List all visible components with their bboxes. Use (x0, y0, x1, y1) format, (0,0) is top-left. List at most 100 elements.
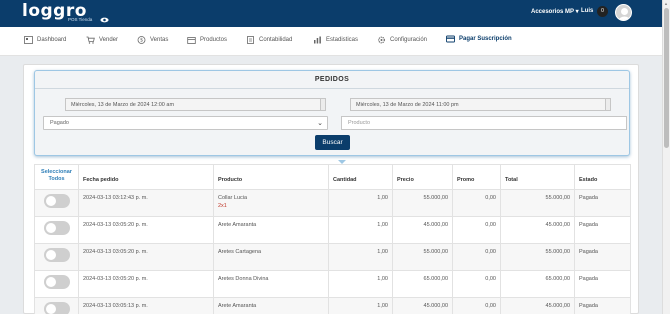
total: 55.000,00 (500, 243, 575, 271)
price: 45.000,00 (392, 216, 453, 244)
product-placeholder: Producto (348, 120, 371, 126)
divider (35, 88, 629, 89)
column-header-total: Total (500, 164, 575, 190)
cart-icon (86, 36, 95, 44)
promo: 0,00 (452, 297, 501, 314)
chevron-down-icon: ▾ (575, 9, 579, 15)
row-select-toggle[interactable] (43, 275, 70, 289)
top-header: loggro POS Tienda Accesorios MP ▾ Luis 0 (0, 0, 662, 27)
promo: 0,00 (452, 216, 501, 244)
nav-label: Contabilidad (259, 37, 293, 43)
table-row: 2024-03-13 03:05:20 p. m. Arete Amaranta… (34, 216, 631, 244)
date-to-value: Miércoles, 13 de Marzo de 2024 11:00 pm (356, 102, 459, 108)
total: 45.000,00 (500, 216, 575, 244)
promo-tag: 2x1 (218, 203, 227, 209)
select-cell (34, 243, 79, 271)
column-header-quantity: Cantidad (328, 164, 393, 190)
nav-label: Productos (200, 37, 228, 43)
column-header-product: Producto (213, 164, 329, 190)
price: 55.000,00 (392, 243, 453, 271)
user-name[interactable]: Luis (581, 8, 593, 14)
nav-label: Ventas (150, 37, 169, 43)
orders-filter-panel: PEDIDOS Miércoles, 13 de Marzo de 2024 1… (34, 70, 630, 164)
column-header-status: Estado (574, 164, 631, 190)
calendar-icon[interactable] (605, 98, 611, 111)
product-name: Aretes Donna Divina (218, 276, 269, 282)
nav-item-estadisticas[interactable]: Estadisticas (313, 36, 358, 44)
notification-badge[interactable]: 0 (597, 6, 608, 17)
page-scrollbar[interactable]: ▲ (662, 0, 670, 314)
dollar-icon: $ (137, 36, 146, 44)
nav-item-ventas[interactable]: $ Ventas (137, 36, 168, 44)
date-from-input[interactable]: Miércoles, 13 de Marzo de 2024 12:00 am (65, 98, 326, 111)
product-cell: Arete Amaranta (213, 216, 329, 244)
store-selector[interactable]: Accesorios MP ▾ (531, 8, 579, 15)
eye-icon[interactable] (100, 17, 109, 23)
promo: 0,00 (452, 270, 501, 298)
product-name: Arete Amaranta (218, 303, 257, 309)
nav-item-vender[interactable]: Vender (86, 36, 118, 44)
nav-item-productos[interactable]: Productos (187, 36, 227, 44)
ledger-icon (247, 36, 254, 44)
nav-label: Vender (99, 37, 119, 43)
select-cell (34, 189, 79, 217)
chevron-down-icon: ⌄ (317, 120, 323, 127)
nav-label: Estadisticas (326, 37, 359, 43)
table-row: 2024-03-13 03:12:43 p. m. Collar Lucia 2x… (34, 189, 631, 217)
product-name: Arete Amaranta (218, 222, 257, 228)
scroll-up-icon[interactable]: ▲ (664, 1, 668, 6)
avatar[interactable] (615, 4, 632, 21)
card-icon (446, 35, 455, 43)
row-select-toggle[interactable] (43, 248, 70, 262)
table-row: 2024-03-13 03:05:20 p. m. Aretes Cartage… (34, 243, 631, 271)
nav-item-pagar-suscripcion[interactable]: Pagar Suscripción (446, 35, 512, 43)
promo: 0,00 (452, 189, 501, 217)
svg-text:$: $ (140, 38, 143, 44)
column-header-promo: Promo (452, 164, 501, 190)
chart-icon (314, 36, 321, 44)
nav-label: Pagar Suscripción (459, 36, 512, 42)
nav-item-dashboard[interactable]: Dashboard (24, 36, 66, 44)
status: Pagada (574, 297, 631, 314)
price: 65.000,00 (392, 270, 453, 298)
nav-item-contabilidad[interactable]: Contabilidad (246, 36, 292, 44)
calendar-icon[interactable] (320, 98, 326, 111)
main-nav: Dashboard Vender $ Ventas Productos Cont… (0, 27, 662, 56)
product-cell: Arete Amaranta (213, 297, 329, 314)
page-title: PEDIDOS (314, 76, 350, 83)
table-header-row: Seleccionar Todos Fecha pedido Producto … (34, 164, 631, 190)
order-date: 2024-03-13 03:05:20 p. m. (78, 243, 214, 271)
date-from-value: Miércoles, 13 de Marzo de 2024 12:00 am (71, 102, 175, 108)
promo: 0,00 (452, 243, 501, 271)
product-cell: Aretes Donna Divina (213, 270, 329, 298)
orders-card: PEDIDOS Miércoles, 13 de Marzo de 2024 1… (23, 64, 639, 314)
product-cell: Aretes Cartagena (213, 243, 329, 271)
quantity: 1,00 (328, 189, 393, 217)
quantity: 1,00 (328, 216, 393, 244)
nav-item-configuracion[interactable]: Configuración (377, 36, 427, 44)
status-select-value: Pagado (50, 120, 69, 126)
price: 45.000,00 (392, 297, 453, 314)
row-select-toggle[interactable] (43, 221, 70, 235)
user-avatar-icon (618, 8, 631, 20)
date-to-input[interactable]: Miércoles, 13 de Marzo de 2024 11:00 pm (350, 98, 611, 111)
quantity: 1,00 (328, 297, 393, 314)
status: Pagada (574, 189, 631, 217)
order-date: 2024-03-13 03:05:13 p. m. (78, 297, 214, 314)
row-select-toggle[interactable] (43, 194, 70, 208)
select-cell (34, 297, 79, 314)
product-input[interactable]: Producto (341, 116, 627, 130)
scroll-thumb[interactable] (664, 8, 669, 148)
quantity: 1,00 (328, 270, 393, 298)
logo-subtitle: POS Tienda (68, 17, 93, 22)
nav-label: Dashboard (37, 37, 67, 43)
box-icon (187, 37, 196, 44)
table-row: 2024-03-13 03:05:13 p. m. Arete Amaranta… (34, 297, 631, 314)
status: Pagada (574, 216, 631, 244)
status-select[interactable]: Pagado ⌄ (43, 116, 328, 130)
search-button[interactable]: Buscar (315, 135, 350, 150)
select-all-header[interactable]: Seleccionar Todos (34, 164, 79, 190)
status: Pagada (574, 270, 631, 298)
row-select-toggle[interactable] (43, 302, 70, 314)
order-date: 2024-03-13 03:05:20 p. m. (78, 270, 214, 298)
